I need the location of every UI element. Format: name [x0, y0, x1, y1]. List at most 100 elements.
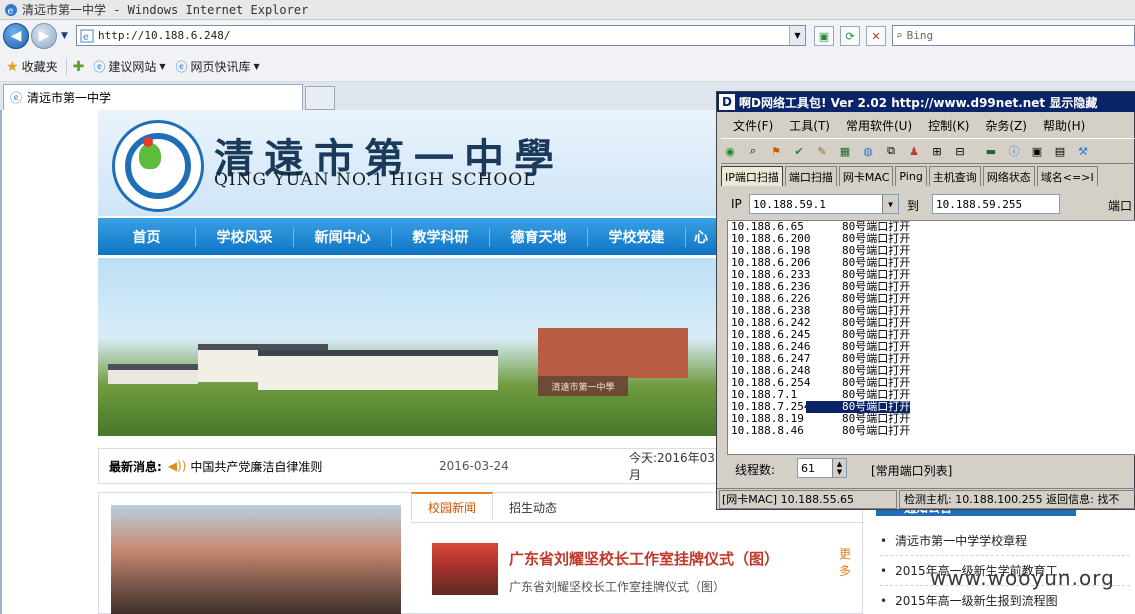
tab-title: 清远市第一中学: [27, 91, 112, 105]
hosts-icon[interactable]: ⊟: [951, 142, 969, 160]
news-section: 校园新闻 招生动态 广东省刘耀坚校长工作室挂牌仪式（图） 广东省刘耀坚校长工作室…: [98, 492, 864, 614]
gate-sign: 清遠市第一中學: [538, 376, 628, 396]
speaker-icon: ◀)): [167, 459, 187, 473]
window-title: 清远市第一中学 - Windows Internet Explorer: [22, 3, 309, 17]
news-photo[interactable]: [111, 505, 401, 614]
ie-page-icon: ⓔ: [93, 60, 106, 74]
common-ports-button[interactable]: [常用端口列表]: [871, 462, 952, 479]
menu-tools[interactable]: 工具(T): [789, 117, 830, 134]
page-favicon-icon: e: [80, 29, 94, 43]
stop-button[interactable]: ✕: [866, 26, 886, 46]
thread-count-stepper[interactable]: 61 ▲ ▼: [797, 458, 847, 478]
address-bar[interactable]: e http://10.188.6.248/ ▼: [76, 25, 806, 46]
nav-news-center[interactable]: 新闻中心: [294, 226, 392, 247]
add-favorite-button[interactable]: ✚: [73, 59, 88, 75]
check-icon[interactable]: ✔: [790, 142, 808, 160]
nav-party[interactable]: 学校党建: [588, 226, 686, 247]
notice-panel: 通知公告 •清远市第一中学学校章程 •2015年高一级新生学前教育工… •201…: [868, 498, 1135, 614]
tool-menu-bar: 文件(F) 工具(T) 常用软件(U) 控制(K) 杂务(Z) 帮助(H): [717, 114, 1135, 136]
tab-current[interactable]: ⓔ 清远市第一中学: [3, 84, 303, 110]
stepper-arrows-icon[interactable]: ▲ ▼: [832, 459, 846, 477]
menu-help[interactable]: 帮助(H): [1043, 117, 1085, 134]
nodes-icon[interactable]: ⊞: [928, 142, 946, 160]
svg-text:e: e: [8, 6, 14, 17]
tab-net-status[interactable]: 网络状态: [982, 166, 1035, 186]
nav-more[interactable]: 心: [686, 227, 716, 247]
ip-from-input[interactable]: 10.188.59.1 ▼: [749, 194, 899, 214]
back-button[interactable]: ◀: [3, 23, 29, 49]
tab-port-scan[interactable]: 端口扫描: [784, 166, 837, 186]
tab-host-query[interactable]: 主机查询: [928, 166, 981, 186]
tab-domain[interactable]: 域名<=>I: [1036, 166, 1098, 186]
headline-thumbnail[interactable]: [432, 543, 498, 595]
svg-text:e: e: [83, 32, 89, 43]
notice-item-label: 清远市第一中学学校章程: [895, 534, 1028, 548]
nav-home[interactable]: 首页: [98, 226, 196, 247]
web-slices-link[interactable]: ⓔ 网页快讯库 ▼: [176, 58, 260, 75]
scan-icon[interactable]: ◉: [721, 142, 739, 160]
nav-moral[interactable]: 德育天地: [490, 226, 588, 247]
suggested-sites-link[interactable]: ⓔ 建议网站 ▼: [93, 58, 165, 75]
building-red: [538, 328, 688, 378]
ip-from-dropdown[interactable]: ▼: [882, 195, 898, 213]
nav-teaching[interactable]: 教学科研: [392, 226, 490, 247]
terminal-icon[interactable]: ▤: [1051, 142, 1069, 160]
tool-title: 啊D网络工具包! Ver 2.02 http://www.d99net.net …: [739, 95, 1098, 110]
forward-button[interactable]: ▶: [31, 23, 57, 49]
tool-tabs: IP端口扫描 端口扫描 网卡MAC Ping 主机查询 网络状态 域名<=>I: [721, 166, 1135, 186]
network-tool-window: D 啊D网络工具包! Ver 2.02 http://www.d99net.ne…: [716, 91, 1135, 510]
notice-item[interactable]: • 清远市第一中学学校章程: [880, 526, 1130, 556]
refresh-button[interactable]: ⟳: [840, 26, 860, 46]
result-row[interactable]: 10.188.8.46 80号端口打开: [728, 425, 1135, 437]
tab-mac[interactable]: 网卡MAC: [838, 166, 894, 186]
search-icon: ⌕: [896, 29, 903, 42]
nav-school-style[interactable]: 学校风采: [196, 226, 294, 247]
menu-misc[interactable]: 杂务(Z): [985, 117, 1027, 134]
compat-view-button[interactable]: ▣: [814, 26, 834, 46]
search-input[interactable]: ⌕ Bing: [892, 25, 1135, 46]
monitor-icon[interactable]: ▣: [1028, 142, 1046, 160]
card-icon[interactable]: ▬: [982, 142, 1000, 160]
more-link[interactable]: 更多: [839, 545, 862, 579]
latest-news-date: 2016-03-24: [439, 459, 509, 473]
network-icon[interactable]: ⧉: [882, 142, 900, 160]
to-label: 到: [907, 199, 920, 213]
tab-admissions[interactable]: 招生动态: [493, 492, 573, 522]
brush-icon[interactable]: ✎: [813, 142, 831, 160]
bullet-icon: •: [880, 533, 888, 548]
suggested-sites-label: 建议网站: [108, 60, 157, 74]
tool-logo-icon: D: [719, 94, 735, 110]
tool-title-bar: D 啊D网络工具包! Ver 2.02 http://www.d99net.ne…: [717, 92, 1135, 112]
menu-software[interactable]: 常用软件(U): [846, 117, 912, 134]
tab-campus-news[interactable]: 校园新闻: [411, 492, 494, 522]
menu-file[interactable]: 文件(F): [733, 117, 773, 134]
building: [108, 364, 198, 384]
wrench-icon[interactable]: ⚒: [1074, 142, 1092, 160]
history-dropdown[interactable]: ▼: [61, 31, 68, 41]
search-placeholder: Bing: [906, 29, 934, 42]
scan-results-list[interactable]: 10.188.6.65 80号端口打开 10.188.6.200 80号端口打开 10.…: [727, 220, 1135, 455]
thread-row: 线程数: 61 ▲ ▼ [常用端口列表]: [735, 458, 1135, 480]
status-mac: [网卡MAC] 10.188.55.65: [719, 489, 897, 509]
notice-item[interactable]: • 2015年高一级新生报到流程图: [880, 586, 1130, 614]
globe-icon[interactable]: ◍: [859, 142, 877, 160]
search-icon[interactable]: ⌕: [744, 142, 762, 160]
person-icon[interactable]: ♟: [905, 142, 923, 160]
window-title-bar: e 清远市第一中学 - Windows Internet Explorer: [0, 0, 1135, 20]
new-tab-button[interactable]: [305, 86, 335, 110]
headline-link[interactable]: 广东省刘耀坚校长工作室挂牌仪式（图）: [509, 548, 779, 569]
address-url[interactable]: http://10.188.6.248/: [98, 29, 230, 42]
add-star-icon: ✚: [72, 58, 85, 75]
menu-control[interactable]: 控制(K): [928, 117, 969, 134]
flag-icon[interactable]: ⚑: [767, 142, 785, 160]
info-icon[interactable]: ⓘ: [1005, 142, 1023, 160]
chart-icon[interactable]: ▦: [836, 142, 854, 160]
address-dropdown[interactable]: ▼: [789, 26, 805, 45]
chevron-down-icon: ▼: [159, 62, 166, 71]
ip-to-input[interactable]: 10.188.59.255: [932, 194, 1060, 214]
logo-dot: [143, 137, 153, 147]
favorites-button[interactable]: ★ 收藏夹: [6, 58, 58, 75]
tab-ping[interactable]: Ping: [895, 166, 927, 186]
latest-news-link[interactable]: 中国共产党廉洁自律准则: [190, 458, 322, 475]
tab-ip-scan[interactable]: IP端口扫描: [721, 166, 783, 186]
